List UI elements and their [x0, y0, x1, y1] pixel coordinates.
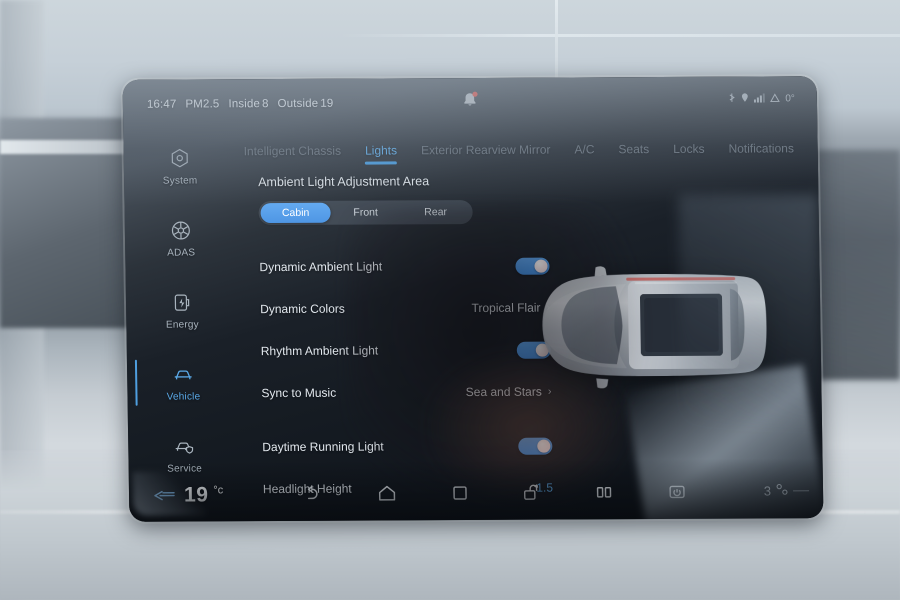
status-bar-right: 0°	[728, 92, 795, 105]
temperature-display[interactable]: 19 °c	[153, 483, 224, 507]
bottom-right-meta: 3	[763, 483, 810, 499]
bluetooth-icon	[728, 93, 736, 106]
tab-locks[interactable]: Locks	[673, 141, 705, 162]
segment-label: Rear	[424, 206, 448, 219]
sidebar-item-label: Vehicle	[166, 391, 201, 403]
location-icon	[741, 93, 749, 106]
status-outside-temp: Outside 19	[277, 97, 334, 111]
car-illustration	[542, 266, 767, 389]
sidebar-item-label: Energy	[165, 319, 199, 331]
fan-airflow-icon	[153, 489, 179, 503]
sidebar: System ADAS Energy Vehicle Service	[134, 135, 220, 475]
infotainment-display-bezel: 16:47 PM2.5 Inside 8 Outside 19 0° Syste…	[122, 76, 824, 522]
ui-layer: 16:47 PM2.5 Inside 8 Outside 19 0° Syste…	[123, 76, 824, 522]
home-icon[interactable]	[376, 482, 398, 504]
heading-value: 0°	[785, 93, 795, 105]
recents-icon[interactable]	[449, 482, 471, 504]
toggle-knob	[537, 439, 551, 453]
sidebar-item-system[interactable]: System	[143, 135, 216, 197]
tab-label: Notifications	[728, 140, 794, 156]
sidebar-item-energy[interactable]: Energy	[146, 279, 219, 341]
radar-wheel-icon	[169, 218, 193, 242]
segment-label: Front	[353, 206, 378, 219]
tab-lights[interactable]: Lights	[364, 142, 398, 165]
tab-label: Exterior Rearview Mirror	[420, 142, 551, 157]
section-title: Ambient Light Adjustment Area	[258, 174, 430, 190]
power-icon[interactable]	[666, 481, 688, 503]
tab-exterior-rearview-mirror[interactable]: Exterior Rearview Mirror	[421, 142, 551, 164]
row-label: Dynamic Colors	[260, 301, 345, 317]
vehicle-topdown-render[interactable]	[515, 236, 788, 417]
car-shield-icon	[172, 434, 196, 458]
status-bar: 16:47 PM2.5 Inside 8 Outside 19 0°	[123, 90, 817, 116]
row-daytime-running-light[interactable]: Daytime Running Light	[262, 430, 553, 464]
tab-label: Lights	[364, 142, 398, 158]
sidebar-active-indicator	[134, 359, 138, 406]
divider	[793, 489, 810, 492]
status-inside-temp: Inside 8	[228, 98, 269, 111]
tab-active-underline	[365, 161, 398, 165]
battery-bolt-icon	[170, 290, 194, 314]
segment-front[interactable]: Front	[330, 202, 400, 222]
meta-value: 3	[763, 483, 772, 499]
row-label: Daytime Running Light	[262, 439, 384, 455]
row-dynamic-colors[interactable]: Dynamic Colors Tropical Flair ›	[260, 292, 551, 326]
status-pm25: PM2.5	[185, 98, 220, 111]
tab-ac[interactable]: A/C	[574, 142, 594, 163]
row-label: Sync to Music	[261, 385, 337, 401]
status-time: 16:47	[146, 98, 177, 111]
tab-label: Seats	[618, 141, 650, 156]
car-front-icon	[171, 362, 195, 386]
percent-icon	[776, 483, 788, 498]
altitude-icon	[770, 92, 781, 105]
signal-icon	[754, 92, 766, 105]
row-sync-to-music[interactable]: Sync to Music Sea and Stars ›	[261, 376, 552, 410]
bell-icon[interactable]	[461, 90, 479, 110]
row-label: Dynamic Ambient Light	[259, 259, 383, 275]
split-screen-icon[interactable]	[593, 481, 615, 503]
temperature-unit: °c	[213, 484, 224, 497]
settings-panel: Ambient Light Adjustment Area Cabin Fron…	[258, 174, 553, 505]
hexagon-gear-icon	[168, 146, 192, 170]
segment-label: Cabin	[281, 206, 310, 220]
segment-cabin[interactable]: Cabin	[260, 202, 331, 224]
roof-seam-vertical	[555, 0, 558, 78]
row-dynamic-ambient-light[interactable]: Dynamic Ambient Light	[259, 250, 550, 284]
bottom-navigation-bar: 19 °c 3	[129, 462, 824, 522]
sidebar-item-label: System	[162, 175, 198, 187]
tab-intelligent-chassis[interactable]: Intelligent Chassis	[244, 143, 342, 165]
back-icon[interactable]	[304, 483, 326, 505]
screen-rotate-icon[interactable]	[521, 482, 543, 504]
tab-seats[interactable]: Seats	[618, 142, 649, 163]
daytime-running-light-toggle[interactable]	[518, 437, 553, 455]
infotainment-screen[interactable]: 16:47 PM2.5 Inside 8 Outside 19 0° Syste…	[122, 76, 824, 522]
nav-icon-group	[279, 481, 713, 505]
row-rhythm-ambient-light[interactable]: Rhythm Ambient Light	[261, 334, 552, 368]
tab-label: Locks	[673, 141, 705, 156]
tab-label: Intelligent Chassis	[243, 143, 342, 158]
tab-bar: Intelligent Chassis Lights Exterior Rear…	[243, 138, 809, 167]
temperature-value: 19	[183, 483, 209, 507]
row-label: Rhythm Ambient Light	[260, 343, 379, 359]
status-bar-left: 16:47 PM2.5 Inside 8 Outside 19	[147, 98, 334, 111]
segment-rear[interactable]: Rear	[400, 202, 470, 222]
ambient-area-segmented-control: Cabin Front Rear	[258, 200, 473, 226]
sidebar-item-adas[interactable]: ADAS	[145, 207, 218, 269]
tab-label: A/C	[574, 141, 595, 156]
sidebar-item-vehicle[interactable]: Vehicle	[134, 351, 220, 413]
tab-notifications[interactable]: Notifications	[728, 141, 794, 162]
roof-seam-horizontal	[340, 34, 900, 37]
sidebar-item-label: ADAS	[167, 247, 196, 259]
